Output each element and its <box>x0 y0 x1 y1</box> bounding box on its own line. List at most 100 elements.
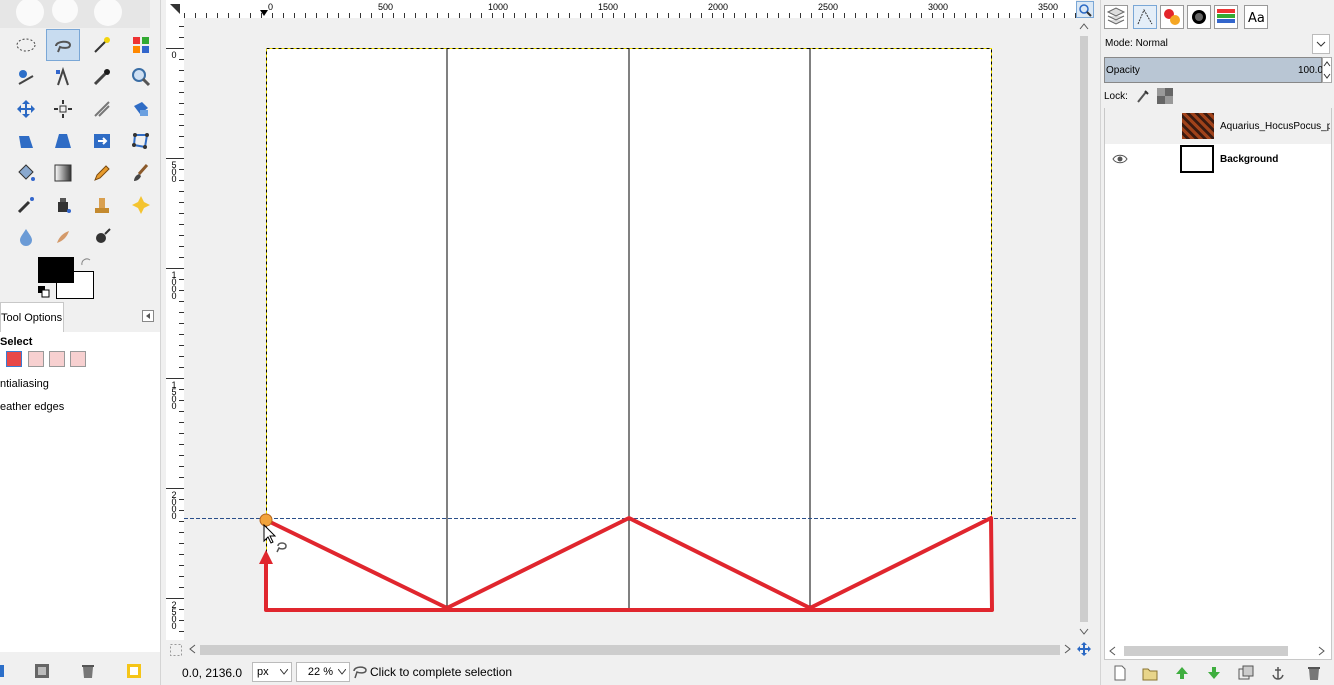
restore-options-icon[interactable] <box>34 663 50 679</box>
lock-alpha-icon[interactable] <box>1157 88 1173 104</box>
scale-tool-icon[interactable] <box>9 125 43 157</box>
status-message: Click to complete selection <box>370 665 513 679</box>
scroll-left-icon[interactable] <box>1108 646 1118 656</box>
blur-tool-icon[interactable] <box>9 221 43 253</box>
image-canvas[interactable] <box>184 18 1076 640</box>
rotate-tool-icon[interactable] <box>124 93 158 125</box>
opacity-value: 100.0 <box>1298 65 1324 76</box>
foreground-color-swatch[interactable] <box>38 257 74 283</box>
hruler-label: 2500 <box>818 2 839 12</box>
selection-node <box>264 608 268 612</box>
blend-tool-icon[interactable] <box>46 157 80 189</box>
tab-fonts[interactable]: Aa <box>1244 5 1268 29</box>
tab-paths[interactable] <box>1133 5 1157 29</box>
vruler-label: 500 <box>169 160 179 181</box>
lower-layer-icon[interactable] <box>1206 665 1222 681</box>
mode-intersect-icon[interactable] <box>70 351 86 367</box>
perspective-tool-icon[interactable] <box>85 125 119 157</box>
layer-mode-label[interactable]: Mode: Normal <box>1105 38 1168 49</box>
chevron-down-icon <box>1316 41 1326 47</box>
layer-thumbnail <box>1182 113 1214 139</box>
delete-options-icon[interactable] <box>80 663 96 679</box>
panel-menu-icon[interactable] <box>142 310 154 322</box>
antialiasing-option[interactable]: ntialiasing <box>0 378 49 390</box>
scroll-left-icon[interactable] <box>188 644 196 654</box>
select-by-color-tool-icon[interactable] <box>124 29 158 61</box>
layer-name[interactable]: Background <box>1220 154 1278 165</box>
hruler-label: 3500 <box>1038 2 1059 12</box>
rect-select-tool-icon[interactable] <box>9 29 43 61</box>
zoom-select[interactable]: 22 % <box>296 662 350 682</box>
layers-scroll-thumb[interactable] <box>1124 646 1288 656</box>
hruler-label: 500 <box>378 2 394 12</box>
duplicate-layer-icon[interactable] <box>1238 665 1254 681</box>
layer-thumbnail <box>1180 145 1214 173</box>
cage-transform-tool-icon[interactable] <box>124 125 158 157</box>
unit-select[interactable]: px <box>252 662 292 682</box>
mode-replace-icon[interactable] <box>6 351 22 367</box>
vruler-label: 1500 <box>169 380 179 408</box>
align-tool-icon[interactable] <box>46 93 80 125</box>
pencil-tool-icon[interactable] <box>85 157 119 189</box>
crop-tool-icon[interactable] <box>85 93 119 125</box>
delete-layer-icon[interactable] <box>1306 665 1322 681</box>
color-picker-tool-icon[interactable] <box>85 61 119 93</box>
chevron-down-icon <box>280 669 288 675</box>
hruler-pointer-icon <box>260 10 268 16</box>
layer-row[interactable] <box>1105 142 1331 178</box>
raise-layer-icon[interactable] <box>1174 665 1190 681</box>
swap-colors-icon[interactable] <box>80 257 92 269</box>
default-colors-icon[interactable] <box>38 286 50 298</box>
bucket-fill-tool-icon[interactable] <box>9 157 43 189</box>
selection-start-point[interactable] <box>259 513 273 527</box>
zoom-image-button[interactable] <box>1076 1 1094 18</box>
anchor-layer-icon[interactable] <box>1270 665 1286 681</box>
vertical-scroll-thumb[interactable] <box>1080 36 1088 622</box>
airbrush-tool-icon[interactable] <box>9 189 43 221</box>
scroll-down-icon[interactable] <box>1079 628 1089 636</box>
quick-mask-icon[interactable] <box>170 644 182 656</box>
save-options-icon[interactable] <box>0 663 6 679</box>
mode-subtract-icon[interactable] <box>49 351 65 367</box>
horizontal-scroll-thumb[interactable] <box>200 645 1060 655</box>
new-layer-group-icon[interactable] <box>1142 665 1158 681</box>
chevron-down-icon <box>338 669 346 675</box>
horizontal-ruler[interactable]: 0 500 1000 1500 2000 2500 3000 3500 <box>184 0 1076 19</box>
paintbrush-tool-icon[interactable] <box>124 157 158 189</box>
reset-options-icon[interactable] <box>126 663 142 679</box>
smudge-tool-icon[interactable] <box>46 221 80 253</box>
vruler-label: 2500 <box>169 600 179 628</box>
vertical-ruler[interactable]: 0 500 1000 1500 2000 2500 <box>166 18 185 640</box>
scissors-select-tool-icon[interactable] <box>9 61 43 93</box>
layer-name[interactable]: Aquarius_HocusPocus_pp <box>1220 121 1330 132</box>
lock-pixels-icon[interactable] <box>1135 88 1151 104</box>
tab-brushes[interactable] <box>1187 5 1211 29</box>
mode-add-icon[interactable] <box>28 351 44 367</box>
move-tool-icon[interactable] <box>9 93 43 125</box>
eye-visibility-icon[interactable] <box>1112 153 1128 165</box>
zoom-tool-icon[interactable] <box>124 61 158 93</box>
tab-channels[interactable] <box>1160 5 1184 29</box>
shear-tool-icon[interactable] <box>46 125 80 157</box>
feather-edges-option[interactable]: eather edges <box>0 401 64 413</box>
new-layer-icon[interactable] <box>1112 665 1128 681</box>
scroll-up-icon[interactable] <box>1079 22 1089 30</box>
free-select-tool-icon[interactable] <box>46 29 80 61</box>
ink-tool-icon[interactable] <box>46 189 80 221</box>
pointer-coordinates: 0.0, 2136.0 <box>182 666 243 680</box>
tab-palettes[interactable] <box>1214 5 1238 29</box>
fuzzy-select-tool-icon[interactable] <box>85 29 119 61</box>
clone-tool-icon[interactable] <box>85 189 119 221</box>
navigate-icon[interactable] <box>1077 642 1091 656</box>
hruler-label: 0 <box>268 2 274 12</box>
tab-layers[interactable] <box>1104 5 1128 29</box>
dodge-burn-tool-icon[interactable] <box>85 221 119 253</box>
opacity-spinner[interactable] <box>1322 57 1332 83</box>
tab-tool-options[interactable]: Tool Options <box>0 302 64 333</box>
paths-tool-icon[interactable] <box>46 61 80 93</box>
heal-tool-icon[interactable] <box>124 189 158 221</box>
layers-list <box>1104 108 1332 660</box>
layer-mode-dropdown[interactable] <box>1312 34 1330 54</box>
scroll-right-icon[interactable] <box>1316 646 1326 656</box>
scroll-right-icon[interactable] <box>1064 644 1072 654</box>
